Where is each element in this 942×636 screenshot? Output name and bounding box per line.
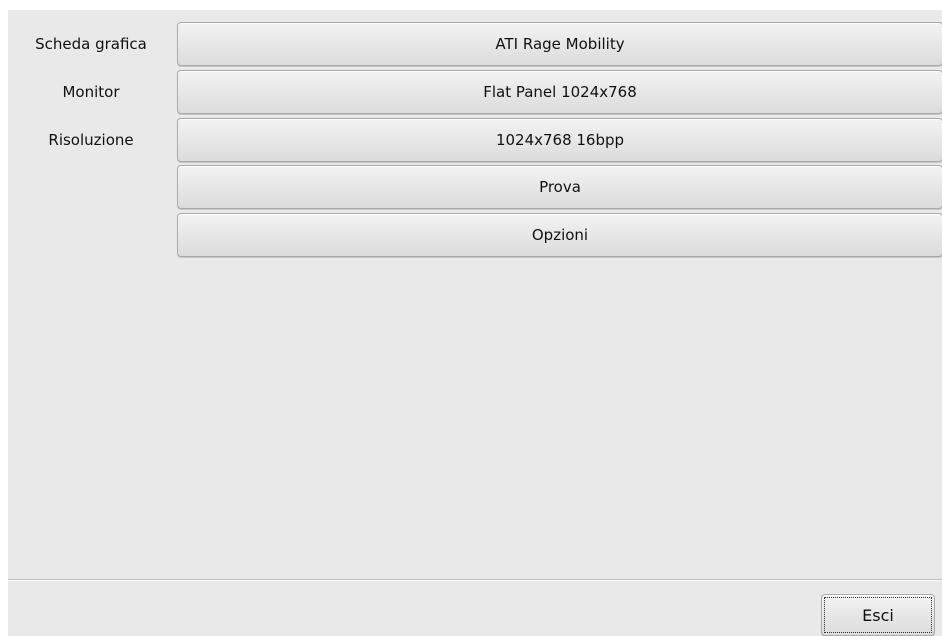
footer-separator — [8, 579, 942, 581]
display-config-window: Scheda grafica ATI Rage Mobility Monitor… — [8, 10, 942, 636]
exit-button-label: Esci — [824, 597, 932, 633]
exit-button[interactable]: Esci — [821, 594, 935, 636]
test-button[interactable]: Prova — [177, 165, 942, 209]
graphics-card-label: Scheda grafica — [35, 35, 147, 53]
resolution-button[interactable]: 1024x768 16bpp — [177, 118, 942, 162]
options-button[interactable]: Opzioni — [177, 213, 942, 257]
monitor-label: Monitor — [62, 83, 120, 101]
resolution-label: Risoluzione — [48, 131, 134, 149]
monitor-button[interactable]: Flat Panel 1024x768 — [177, 70, 942, 114]
graphics-card-button[interactable]: ATI Rage Mobility — [177, 22, 942, 66]
